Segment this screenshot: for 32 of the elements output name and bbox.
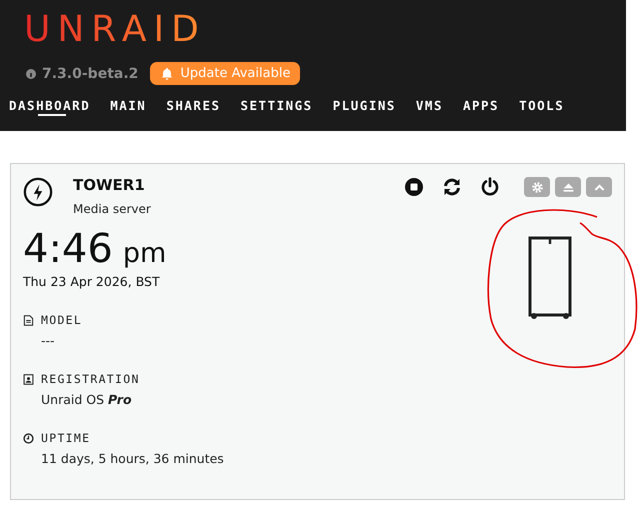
nav-tab[interactable]: MAIN	[110, 98, 146, 116]
time-text: 4:46	[23, 226, 113, 272]
stop-icon[interactable]	[404, 177, 424, 197]
field-label: REGISTRATION	[41, 372, 140, 386]
nav-tab[interactable]: SETTINGS	[240, 98, 313, 116]
eject-icon	[562, 180, 574, 194]
field-label: MODEL	[41, 313, 82, 327]
info-icon	[26, 68, 36, 78]
nav-tab[interactable]: DASHBOARD	[9, 98, 90, 116]
meridiem-text: pm	[122, 238, 166, 269]
nav-tab[interactable]: PLUGINS	[332, 98, 396, 116]
power-icon[interactable]	[480, 177, 500, 197]
field-value: Unraid OS Pro	[41, 392, 133, 407]
nav-tab[interactable]: SHARES	[166, 98, 220, 116]
bell-icon	[160, 66, 174, 80]
server-description: Media server	[73, 202, 151, 216]
lightning-icon	[23, 177, 53, 207]
field-label: UPTIME	[41, 431, 90, 445]
field-value: ---	[41, 333, 56, 348]
nav-tab[interactable]: TOOLS	[519, 98, 564, 116]
document-icon	[23, 314, 34, 326]
server-tower-icon	[527, 236, 573, 320]
field-value: 11 days, 5 hours, 36 minutes	[41, 451, 225, 466]
nav-tab[interactable]: APPS	[462, 98, 500, 116]
refresh-icon[interactable]	[442, 177, 462, 197]
date-text: Thu 23 Apr 2026, BST	[23, 274, 161, 289]
gear-icon	[530, 180, 544, 194]
version-text: 7.3.0-beta.2	[42, 66, 138, 82]
server-name: TOWER1	[73, 176, 146, 194]
nav-tab[interactable]: VMS	[416, 98, 443, 116]
clock-icon	[23, 432, 34, 444]
id-badge-icon	[23, 374, 34, 384]
